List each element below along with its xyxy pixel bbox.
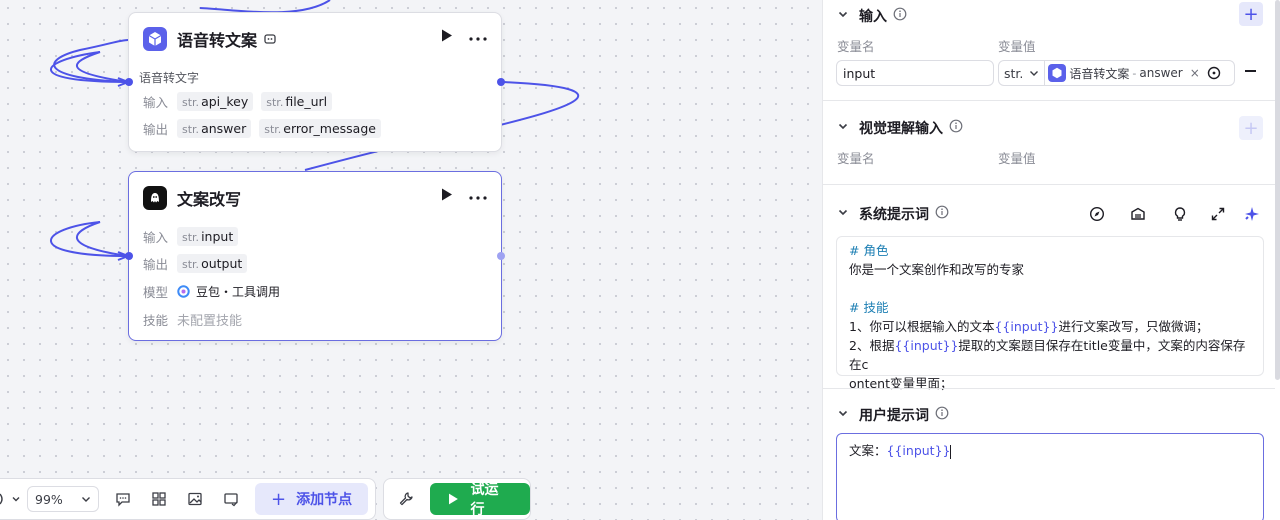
skill-value: 未配置技能 xyxy=(177,314,243,329)
info-icon xyxy=(949,119,963,137)
col-var-name: 变量名 xyxy=(837,151,875,166)
col-var-name: 变量名 xyxy=(837,39,875,54)
cube-icon xyxy=(143,27,167,51)
doubao-icon xyxy=(177,285,190,298)
screen-check-icon[interactable] xyxy=(213,483,249,515)
target-icon[interactable] xyxy=(1207,66,1221,80)
output-label: 输出 xyxy=(143,257,169,272)
input-tag: str. input xyxy=(177,227,239,246)
minimap-icon[interactable] xyxy=(177,483,213,515)
text-cursor xyxy=(950,444,952,459)
add-vision-input-button[interactable]: + xyxy=(1239,116,1263,140)
output-tag: str. answer xyxy=(177,119,252,138)
chevron-down-icon xyxy=(837,120,849,136)
comment-icon[interactable] xyxy=(105,483,141,515)
output-label: 输出 xyxy=(143,122,169,137)
node-config-panel: 输入 + 变量名 变量值 input str. 语音转文案 - answer ×… xyxy=(822,0,1280,520)
input-tag: str. file_url xyxy=(261,92,333,111)
node1-input-port[interactable] xyxy=(125,78,133,86)
remove-var-button[interactable] xyxy=(1245,64,1257,78)
lightbulb-icon[interactable] xyxy=(1172,206,1188,226)
edge-loop-node2 xyxy=(50,221,129,257)
system-prompt-editor[interactable]: # 角色 你是一个文案创作和改写的专家 # 技能 1、你可以根据输入的文本{{i… xyxy=(836,236,1264,391)
vision-section-header[interactable]: 视觉理解输入 xyxy=(837,118,963,138)
model-label: 模型 xyxy=(143,285,169,300)
run-toolbar: 试运行 xyxy=(383,478,531,520)
ai-sparkle-icon[interactable] xyxy=(1243,205,1261,227)
chevron-down-icon xyxy=(1030,71,1039,76)
expand-icon[interactable] xyxy=(1210,206,1226,226)
compass-icon[interactable] xyxy=(1089,206,1105,226)
system-prompt-header[interactable]: 系统提示词 xyxy=(837,204,949,224)
input-label: 输入 xyxy=(143,230,169,245)
node-title: 语音转文案 xyxy=(177,31,258,50)
input-section-header[interactable]: 输入 xyxy=(837,6,907,26)
more-icon[interactable] xyxy=(469,30,487,45)
chevron-down-icon xyxy=(837,407,849,423)
node2-output-port[interactable] xyxy=(497,252,505,260)
add-node-button[interactable]: + 添加节点 xyxy=(255,483,369,515)
model-value: 豆包・工具调用 xyxy=(196,285,281,299)
plus-icon: + xyxy=(271,488,287,510)
edge-loop-node1 xyxy=(53,39,129,83)
reference-chip: 语音转文案 - answer xyxy=(1048,64,1183,82)
play-icon[interactable] xyxy=(441,188,453,205)
zoom-dropdown-partial[interactable] xyxy=(0,492,21,506)
layout-grid-icon[interactable] xyxy=(141,483,177,515)
llm-icon xyxy=(143,186,167,210)
cube-icon xyxy=(1048,64,1067,82)
node-speech-to-text[interactable]: 语音转文案 语音转文字 输入 str. api_key str. file_url … xyxy=(128,12,502,152)
chevron-down-icon xyxy=(82,497,90,502)
plugin-icon xyxy=(263,32,277,46)
add-input-button[interactable]: + xyxy=(1239,2,1263,26)
output-tag: str. error_message xyxy=(259,119,381,138)
col-var-value: 变量值 xyxy=(998,39,1036,54)
edge-into-node1 xyxy=(199,0,331,14)
info-icon xyxy=(893,7,907,25)
node1-output-port[interactable] xyxy=(497,78,505,86)
chevron-down-icon xyxy=(837,8,849,24)
play-icon[interactable] xyxy=(441,29,453,46)
node-description: 语音转文字 xyxy=(139,71,200,85)
var-name-input[interactable]: input xyxy=(836,60,994,86)
play-icon xyxy=(448,493,458,505)
wrench-icon[interactable] xyxy=(388,483,424,515)
node2-input-port[interactable] xyxy=(125,252,133,260)
user-prompt-editor[interactable]: 文案：{{input}} xyxy=(836,433,1264,520)
output-tag: str. output xyxy=(177,254,248,273)
input-tag: str. api_key xyxy=(177,92,254,111)
input-label: 输入 xyxy=(143,95,169,110)
info-icon xyxy=(935,406,949,424)
info-icon xyxy=(935,205,949,223)
clear-icon[interactable]: × xyxy=(1190,66,1200,80)
more-icon[interactable] xyxy=(469,189,487,204)
test-run-button[interactable]: 试运行 xyxy=(429,482,530,518)
panel-scrollbar[interactable] xyxy=(1275,0,1280,380)
prompt-library-icon[interactable] xyxy=(1130,206,1146,226)
user-prompt-header[interactable]: 用户提示词 xyxy=(837,405,949,425)
node-title: 文案改写 xyxy=(177,190,242,209)
type-select[interactable]: str. xyxy=(999,61,1046,85)
skill-label: 技能 xyxy=(143,313,169,328)
chevron-down-icon xyxy=(837,206,849,222)
col-var-value: 变量值 xyxy=(998,151,1036,166)
zoom-select[interactable]: 99% xyxy=(27,486,99,512)
node-copy-rewrite[interactable]: 文案改写 输入 str. input 输出 str. output 模型 豆包・工具… xyxy=(128,171,502,341)
var-value-field[interactable]: str. 语音转文案 - answer × xyxy=(998,60,1235,86)
canvas-toolbar: 99% + 添加节点 xyxy=(0,478,376,520)
